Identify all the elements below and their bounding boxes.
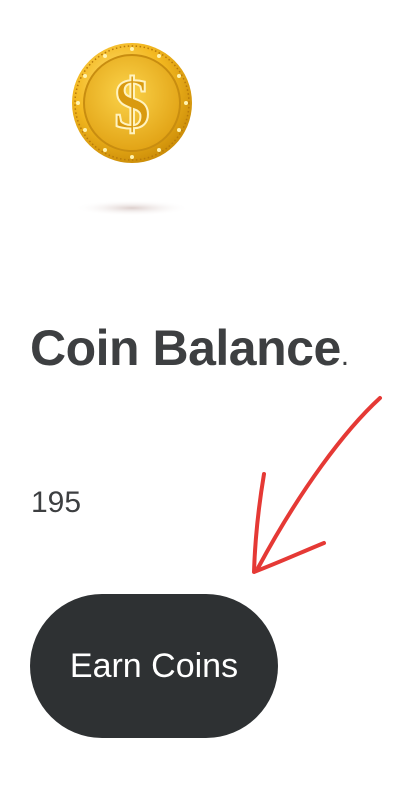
earn-coins-button[interactable]: Earn Coins (30, 594, 278, 738)
page-title: Coin Balance. (30, 318, 349, 386)
dollar-coin-icon: $ (62, 18, 202, 218)
earn-coins-label: Earn Coins (69, 646, 239, 685)
page-title-period: . (340, 339, 349, 372)
svg-text:$: $ (114, 64, 150, 144)
coin-balance-value: 195 (31, 486, 82, 519)
red-arrow-annotation (240, 380, 390, 580)
page-title-text: Coin Balance (30, 320, 341, 376)
